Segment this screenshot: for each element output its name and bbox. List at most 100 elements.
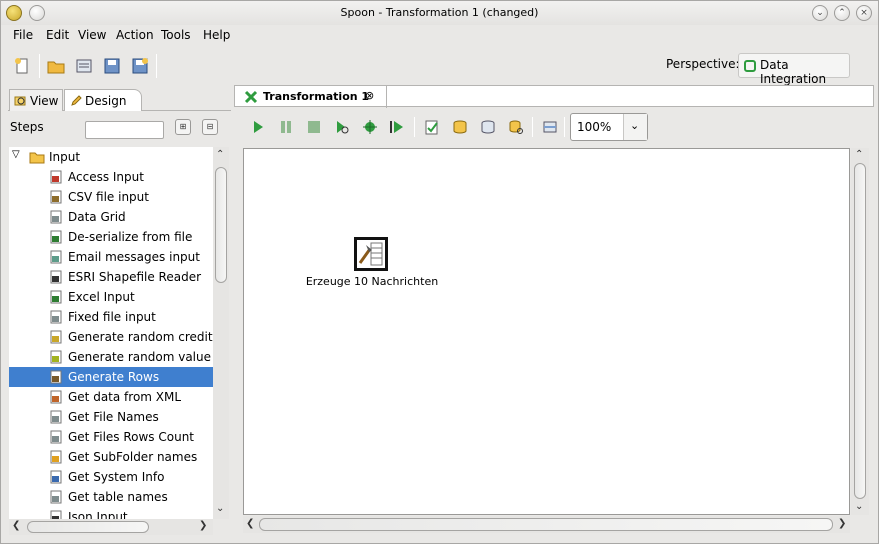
tree-item[interactable]: Get Files Rows Count bbox=[9, 427, 213, 447]
generate-sql-icon[interactable] bbox=[480, 119, 496, 135]
tree-item-label: Json Input bbox=[68, 510, 128, 519]
replay-icon[interactable] bbox=[390, 119, 406, 135]
tab-design-label: Design bbox=[85, 94, 127, 108]
data-integration-perspective-button[interactable]: Data Integration bbox=[738, 53, 850, 86]
menu-edit[interactable]: Edit bbox=[46, 28, 69, 42]
menu-tools[interactable]: Tools bbox=[161, 28, 191, 42]
menu-file[interactable]: File bbox=[13, 28, 33, 42]
collapse-all-icon[interactable]: ⊟ bbox=[202, 119, 218, 135]
step-type-icon bbox=[50, 310, 62, 324]
tree-item[interactable]: Get File Names bbox=[9, 407, 213, 427]
expand-all-icon[interactable]: ⊞ bbox=[175, 119, 191, 135]
tree-category-input[interactable]: ▽ Input bbox=[9, 147, 213, 167]
minimize-icon[interactable]: ⌄ bbox=[812, 5, 828, 21]
tree-item-label: Get Files Rows Count bbox=[68, 430, 195, 444]
chevron-down-icon: ⌄ bbox=[630, 119, 640, 132]
close-icon[interactable]: × bbox=[856, 5, 872, 21]
save-icon[interactable] bbox=[103, 57, 121, 75]
preview-icon[interactable] bbox=[334, 119, 350, 135]
tree-item[interactable]: Data Grid bbox=[9, 207, 213, 227]
scroll-left-icon[interactable]: ❮ bbox=[12, 520, 20, 531]
tree-item[interactable]: Email messages input bbox=[9, 247, 213, 267]
scroll-down-icon[interactable]: ⌄ bbox=[216, 503, 224, 514]
scroll-up-icon[interactable]: ⌃ bbox=[216, 149, 224, 160]
tree-item[interactable]: Excel Input bbox=[9, 287, 213, 307]
tab-transformation-1[interactable]: Transformation 1 ⊗ bbox=[237, 86, 387, 108]
transformation-canvas[interactable]: Erzeuge 10 Nachrichten bbox=[243, 148, 850, 515]
step-type-icon bbox=[50, 510, 62, 519]
tree-item-label: ESRI Shapefile Reader bbox=[68, 270, 202, 284]
zoom-select[interactable]: 100% ⌄ bbox=[570, 113, 648, 141]
canvas-vertical-scrollbar[interactable]: ⌃ ⌄ bbox=[851, 148, 869, 515]
window-title: Spoon - Transformation 1 (changed) bbox=[340, 6, 539, 19]
show-results-icon[interactable] bbox=[542, 119, 558, 135]
generate-rows-step-node[interactable] bbox=[354, 237, 388, 271]
scroll-thumb[interactable] bbox=[259, 518, 833, 531]
scroll-left-icon[interactable]: ❮ bbox=[246, 518, 254, 529]
toolbar-separator bbox=[156, 54, 157, 78]
tree-item-label: Get data from XML bbox=[68, 390, 182, 404]
tree-item[interactable]: Fixed file input bbox=[9, 307, 213, 327]
menu-action[interactable]: Action bbox=[116, 28, 154, 42]
run-icon[interactable] bbox=[250, 119, 266, 135]
scroll-thumb[interactable] bbox=[215, 167, 227, 283]
close-tab-icon[interactable]: ⊗ bbox=[365, 89, 374, 102]
steps-search-input[interactable] bbox=[85, 121, 164, 139]
steps-horizontal-scrollbar[interactable]: ❮ ❯ bbox=[9, 519, 213, 535]
tree-item[interactable]: Json Input bbox=[9, 507, 213, 519]
maximize-icon[interactable]: ⌃ bbox=[834, 5, 850, 21]
tree-item[interactable]: Generate random credit ca bbox=[9, 327, 213, 347]
verify-icon[interactable] bbox=[424, 119, 440, 135]
expand-arrow-icon[interactable]: ▽ bbox=[12, 149, 20, 160]
tree-item[interactable]: Get data from XML bbox=[9, 387, 213, 407]
step-type-icon bbox=[50, 290, 62, 304]
scroll-up-icon[interactable]: ⌃ bbox=[855, 149, 863, 160]
tab-view[interactable]: View bbox=[9, 89, 63, 111]
tree-item[interactable]: ESRI Shapefile Reader bbox=[9, 267, 213, 287]
editor-panel: Transformation 1 ⊗ 100% ⌄ Erzeuge 10 Nac… bbox=[234, 85, 874, 539]
steps-vertical-scrollbar[interactable]: ⌃ ⌄ bbox=[213, 147, 229, 519]
tree-item[interactable]: CSV file input bbox=[9, 187, 213, 207]
tree-item-label: Get System Info bbox=[68, 470, 165, 484]
tree-item-label: Generate Rows bbox=[68, 370, 160, 384]
scroll-thumb[interactable] bbox=[27, 521, 149, 533]
pencil-icon bbox=[71, 95, 82, 106]
tree-item[interactable]: De-serialize from file bbox=[9, 227, 213, 247]
scroll-thumb[interactable] bbox=[854, 163, 866, 499]
tree-item[interactable]: Get System Info bbox=[9, 467, 213, 487]
scroll-right-icon[interactable]: ❯ bbox=[199, 520, 207, 531]
step-type-icon bbox=[50, 330, 62, 344]
tree-item-label: Get table names bbox=[68, 490, 168, 504]
tree-item[interactable]: Get table names bbox=[9, 487, 213, 507]
debug-icon[interactable] bbox=[362, 119, 378, 135]
step-type-icon bbox=[50, 230, 62, 244]
step-type-icon bbox=[50, 450, 62, 464]
tree-item[interactable]: Generate Rows bbox=[9, 367, 213, 387]
scroll-right-icon[interactable]: ❯ bbox=[838, 518, 846, 529]
tab-design[interactable]: Design bbox=[64, 89, 142, 111]
step-type-icon bbox=[50, 250, 62, 264]
scroll-down-icon[interactable]: ⌄ bbox=[855, 501, 863, 512]
new-file-icon[interactable] bbox=[13, 57, 31, 75]
tree-item[interactable]: Access Input bbox=[9, 167, 213, 187]
menu-help[interactable]: Help bbox=[203, 28, 230, 42]
step-type-icon bbox=[50, 210, 62, 224]
pause-icon[interactable] bbox=[278, 119, 294, 135]
tab-transformation-label: Transformation 1 bbox=[263, 90, 370, 103]
transformation-icon bbox=[244, 90, 258, 104]
title-bar: Spoon - Transformation 1 (changed) ⌄ ⌃ × bbox=[1, 1, 878, 25]
explore-repository-icon[interactable] bbox=[75, 57, 93, 75]
step-type-icon bbox=[50, 270, 62, 284]
tree-item-label: Generate random value bbox=[68, 350, 211, 364]
save-as-icon[interactable] bbox=[131, 57, 149, 75]
menu-view[interactable]: View bbox=[78, 28, 106, 42]
zoom-dropdown-button[interactable]: ⌄ bbox=[623, 114, 647, 140]
tree-item[interactable]: Generate random value bbox=[9, 347, 213, 367]
canvas-horizontal-scrollbar[interactable]: ❮ ❯ bbox=[243, 516, 850, 533]
explore-db-icon[interactable] bbox=[508, 119, 524, 135]
stop-icon[interactable] bbox=[306, 119, 322, 135]
spoon-window: Spoon - Transformation 1 (changed) ⌄ ⌃ ×… bbox=[0, 0, 879, 544]
tree-item[interactable]: Get SubFolder names bbox=[9, 447, 213, 467]
impact-icon[interactable] bbox=[452, 119, 468, 135]
open-folder-icon[interactable] bbox=[47, 57, 65, 75]
